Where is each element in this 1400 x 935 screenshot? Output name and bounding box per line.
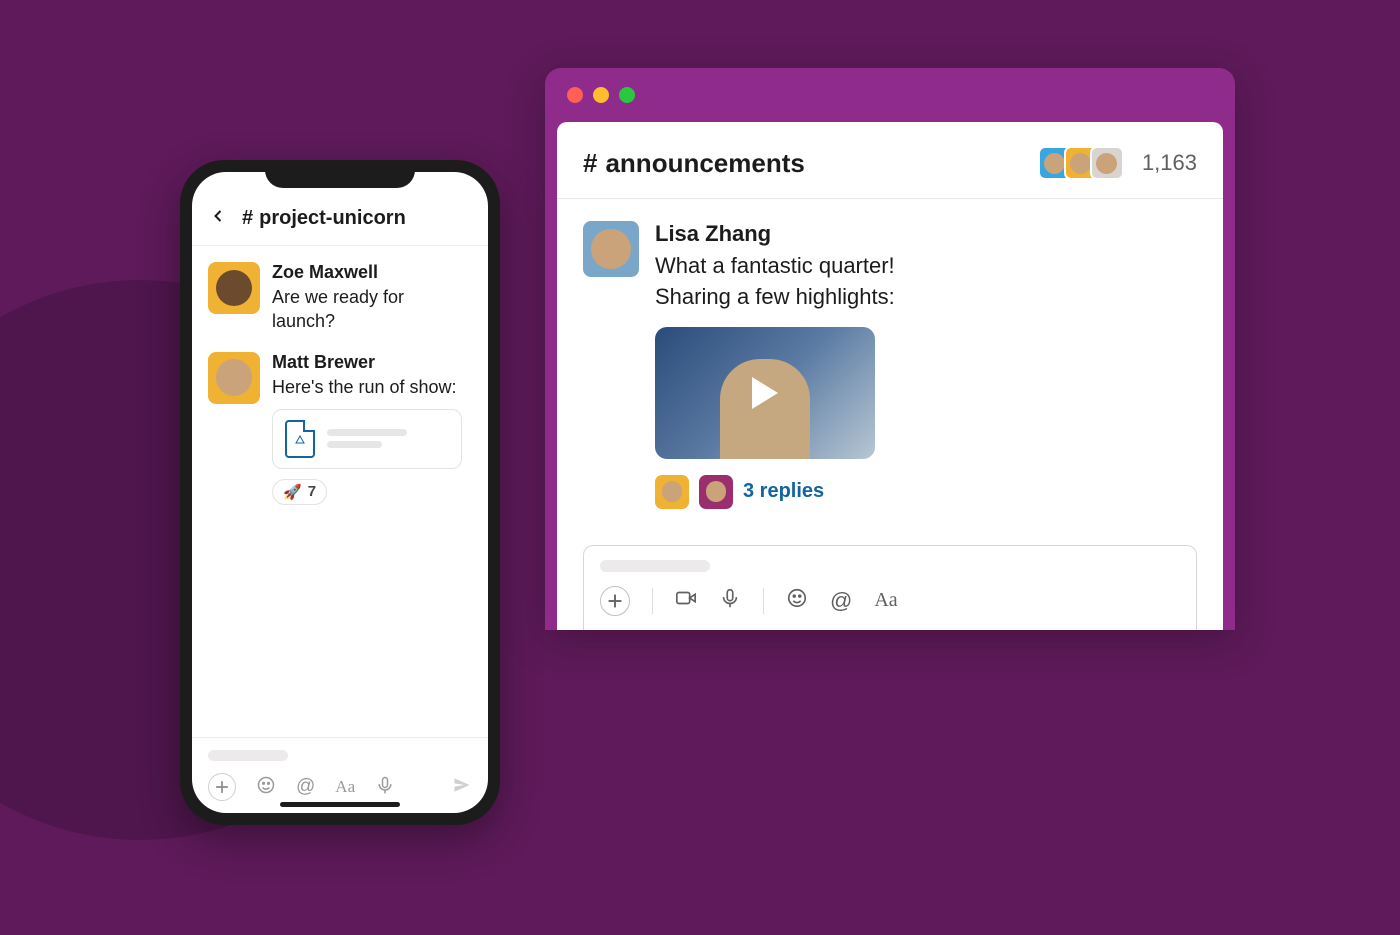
message: Matt Brewer Here's the run of show: 🚀 7	[208, 352, 472, 505]
rocket-icon: 🚀	[283, 483, 302, 501]
play-icon	[752, 377, 778, 409]
divider	[763, 588, 764, 614]
reaction-chip[interactable]: 🚀 7	[272, 479, 327, 505]
video-icon[interactable]	[675, 587, 697, 614]
send-button[interactable]	[452, 775, 472, 800]
message: Lisa Zhang What a fantastic quarter! Sha…	[583, 221, 1197, 509]
message-list: Zoe Maxwell Are we ready for launch? Mat…	[192, 246, 488, 737]
message: Zoe Maxwell Are we ready for launch?	[208, 262, 472, 334]
message-text: Are we ready for launch?	[272, 285, 472, 334]
hash-icon: #	[242, 207, 253, 230]
home-indicator	[280, 802, 400, 807]
hash-icon: #	[583, 148, 597, 179]
avatar	[1090, 146, 1124, 180]
attach-button[interactable]	[208, 773, 236, 801]
emoji-icon[interactable]	[256, 775, 276, 800]
message-text: Here's the run of show:	[272, 375, 462, 399]
reaction-count: 7	[308, 483, 316, 500]
channel-name[interactable]: # announcements	[583, 148, 805, 179]
back-button[interactable]	[208, 206, 228, 231]
window-body: # announcements 1,163 Lisa Zhang What a …	[557, 122, 1223, 630]
thread-replies[interactable]: 3 replies	[655, 475, 1197, 509]
message-author[interactable]: Lisa Zhang	[655, 221, 1197, 247]
text-format-icon[interactable]: Aa	[335, 777, 355, 797]
member-count[interactable]: 1,163	[1142, 150, 1197, 176]
desktop-window: # announcements 1,163 Lisa Zhang What a …	[545, 68, 1235, 630]
avatar[interactable]	[583, 221, 639, 277]
channel-name-text: project-unicorn	[259, 207, 406, 230]
device-notch	[265, 160, 415, 188]
file-meta-placeholder	[327, 429, 407, 448]
message-author[interactable]: Zoe Maxwell	[272, 262, 472, 283]
avatar	[699, 475, 733, 509]
channel-name[interactable]: # project-unicorn	[242, 207, 406, 230]
member-avatar-stack[interactable]	[1046, 146, 1124, 180]
mobile-screen: # project-unicorn Zoe Maxwell Are we rea…	[192, 172, 488, 813]
avatar	[655, 475, 689, 509]
avatar[interactable]	[208, 352, 260, 404]
video-attachment[interactable]	[655, 327, 875, 459]
composer-placeholder	[600, 560, 710, 572]
message-list: Lisa Zhang What a fantastic quarter! Sha…	[557, 199, 1223, 519]
microphone-icon[interactable]	[719, 587, 741, 614]
channel-name-text: announcements	[605, 148, 804, 179]
window-controls	[545, 68, 1235, 122]
attach-button[interactable]	[600, 586, 630, 616]
avatar[interactable]	[208, 262, 260, 314]
message-author[interactable]: Matt Brewer	[272, 352, 462, 373]
channel-header: # announcements 1,163	[557, 122, 1223, 199]
mention-icon[interactable]: @	[830, 588, 852, 614]
microphone-icon[interactable]	[375, 775, 395, 800]
message-composer[interactable]: @ Aa	[583, 545, 1197, 630]
emoji-icon[interactable]	[786, 587, 808, 614]
divider	[652, 588, 653, 614]
minimize-icon[interactable]	[593, 87, 609, 103]
replies-link[interactable]: 3 replies	[743, 480, 824, 503]
close-icon[interactable]	[567, 87, 583, 103]
message-text: What a fantastic quarter! Sharing a few …	[655, 251, 1197, 313]
mention-icon[interactable]: @	[296, 776, 315, 798]
file-attachment[interactable]	[272, 409, 462, 469]
text-format-icon[interactable]: Aa	[874, 589, 897, 612]
google-doc-icon	[285, 420, 315, 458]
mobile-device: # project-unicorn Zoe Maxwell Are we rea…	[180, 160, 500, 825]
composer-placeholder	[208, 750, 288, 761]
maximize-icon[interactable]	[619, 87, 635, 103]
